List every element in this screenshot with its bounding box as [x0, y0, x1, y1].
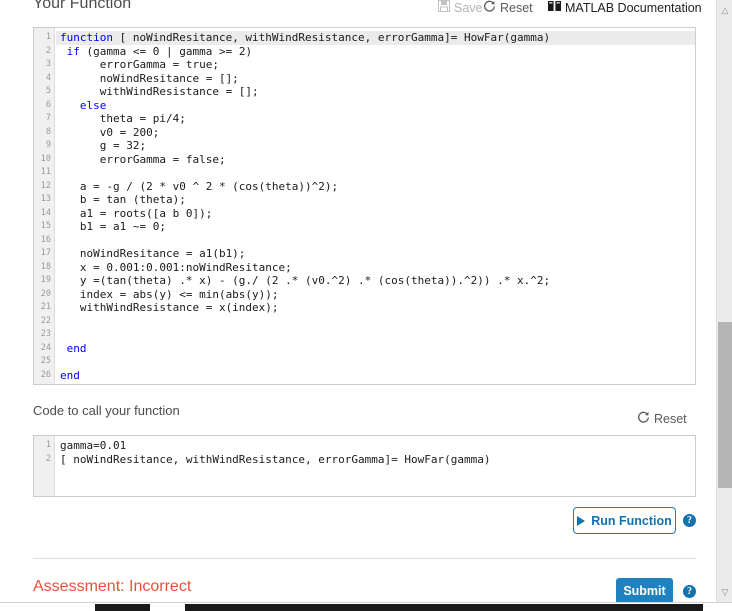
code-line[interactable]: gamma=0.01 — [60, 439, 126, 453]
line-number: 25 — [40, 356, 51, 366]
page-content-area: Your Function Save Reset MATLAB Document… — [0, 0, 716, 610]
line-number-gutter: 1 2 3 4 5 6 7 8 9 10 11 12 13 14 15 16 17 18 19 20 21 22 23 24 2… — [34, 28, 55, 384]
line-number: 1 — [45, 32, 51, 42]
code-line[interactable]: b = tan (theta); — [60, 193, 186, 207]
line-number: 9 — [45, 140, 51, 150]
line-number: 2 — [45, 453, 51, 464]
run-function-button[interactable]: Run Function — [573, 507, 676, 534]
code-line[interactable]: a1 = roots([a b 0]); — [60, 207, 212, 221]
keyword-token: function — [60, 31, 113, 44]
reset-function-button[interactable]: Reset — [483, 0, 533, 16]
refresh-icon — [483, 0, 496, 16]
refresh-icon — [637, 411, 650, 427]
page-vertical-scrollbar[interactable]: △ ▽ — [716, 0, 732, 602]
code-line[interactable]: errorGamma = false; — [60, 153, 226, 167]
function-code-lines[interactable]: function [ noWindResitance, withWindResi… — [56, 28, 695, 384]
editor-header: Your Function Save Reset MATLAB Document… — [33, 0, 702, 19]
save-label: Save — [454, 0, 483, 15]
line-number: 18 — [40, 261, 51, 272]
line-number: 15 — [40, 221, 51, 231]
line-number: 5 — [45, 86, 51, 96]
assessment-status: Assessment: Incorrect — [33, 578, 192, 595]
section-divider — [33, 558, 696, 559]
floppy-disk-icon — [438, 0, 450, 15]
reset-call-code-button[interactable]: Reset — [637, 411, 687, 427]
line-number-gutter: 12 — [34, 436, 55, 496]
reset-call-label: Reset — [654, 412, 687, 426]
line-number: 8 — [45, 126, 51, 137]
line-number: 2 — [45, 45, 51, 56]
call-code-label: Code to call your function — [33, 403, 180, 418]
line-number: 7 — [45, 113, 51, 123]
line-number: 1 — [45, 440, 51, 450]
line-number: 12 — [40, 180, 51, 191]
line-number: 6 — [45, 99, 51, 110]
line-number: 20 — [40, 288, 51, 299]
submit-help-icon[interactable]: ? — [683, 585, 696, 598]
line-number: 10 — [40, 153, 51, 164]
run-function-label: Run Function — [591, 513, 672, 528]
code-line[interactable]: a = -g / (2 * v0 ^ 2 * (cos(theta))^2); — [60, 180, 338, 194]
chevron-down-icon[interactable]: ▽ — [717, 584, 732, 600]
matlab-documentation-label: MATLAB Documentation — [565, 0, 702, 15]
code-line[interactable]: noWindResitance = []; — [60, 72, 239, 86]
code-line[interactable]: noWindResitance = a1(b1); — [60, 247, 246, 261]
line-number: 23 — [40, 329, 51, 339]
code-line[interactable]: function [ noWindResitance, withWindResi… — [56, 31, 695, 45]
book-icon — [548, 0, 561, 15]
call-code-editor[interactable]: 12 gamma=0.01[ noWindResitance, withWind… — [33, 435, 696, 497]
code-line[interactable]: withWindResistance = x(index); — [60, 301, 279, 315]
page-horizontal-scrollbar[interactable] — [0, 602, 732, 611]
chevron-up-icon[interactable]: △ — [717, 2, 732, 18]
code-line[interactable]: withWindResistance = []; — [60, 85, 259, 99]
code-line[interactable]: else — [60, 98, 107, 113]
code-line[interactable]: x = 0.001:0.001:noWindResitance; — [60, 261, 292, 275]
line-number: 22 — [40, 315, 51, 326]
code-line[interactable]: end — [60, 369, 80, 383]
line-number: 24 — [40, 342, 51, 353]
line-number: 17 — [40, 248, 51, 258]
code-line[interactable]: b1 = a1 ~= 0; — [60, 220, 166, 234]
keyword-token: end — [60, 368, 80, 382]
code-line[interactable]: if (gamma <= 0 | gamma >= 2) — [60, 45, 252, 59]
matlab-documentation-link[interactable]: MATLAB Documentation — [548, 0, 702, 15]
code-line[interactable]: [ noWindResitance, withWindResistance, e… — [60, 453, 490, 467]
line-number: 3 — [45, 59, 51, 69]
code-line[interactable]: end — [60, 342, 87, 356]
function-code-editor[interactable]: 1 2 3 4 5 6 7 8 9 10 11 12 13 14 15 16 17 18 19 20 21 22 23 24 2… — [33, 27, 696, 385]
line-number: 11 — [40, 167, 51, 177]
page-title: Your Function — [33, 0, 132, 12]
code-line[interactable]: v0 = 200; — [60, 126, 160, 140]
save-button[interactable]: Save — [438, 0, 483, 15]
submit-label: Submit — [623, 584, 666, 598]
reset-label: Reset — [500, 1, 533, 15]
scrollbar-thumb[interactable] — [718, 322, 732, 488]
keyword-token: else — [79, 98, 107, 112]
keyword-token: end — [66, 341, 87, 355]
play-icon — [577, 515, 586, 526]
line-number: 13 — [40, 194, 51, 204]
code-line[interactable]: y =(tan(theta) .* x) - (g./ (2 .* (v0.^2… — [60, 274, 550, 288]
submit-button[interactable]: Submit — [616, 578, 673, 604]
keyword-token: if — [66, 44, 80, 58]
code-line[interactable]: g = 32; — [60, 139, 146, 153]
line-number: 19 — [40, 275, 51, 285]
code-line[interactable]: index = abs(y) <= min(abs(y)); — [60, 288, 279, 302]
run-function-help-icon[interactable]: ? — [683, 514, 696, 527]
line-number: 26 — [40, 369, 51, 380]
line-number: 16 — [40, 234, 51, 245]
code-line[interactable]: theta = pi/4; — [60, 112, 186, 126]
line-number: 4 — [45, 72, 51, 83]
code-line[interactable]: errorGamma = true; — [60, 58, 219, 72]
call-code-lines[interactable]: gamma=0.01[ noWindResitance, withWindRes… — [56, 436, 695, 496]
line-number: 14 — [40, 207, 51, 218]
line-number: 21 — [40, 302, 51, 312]
